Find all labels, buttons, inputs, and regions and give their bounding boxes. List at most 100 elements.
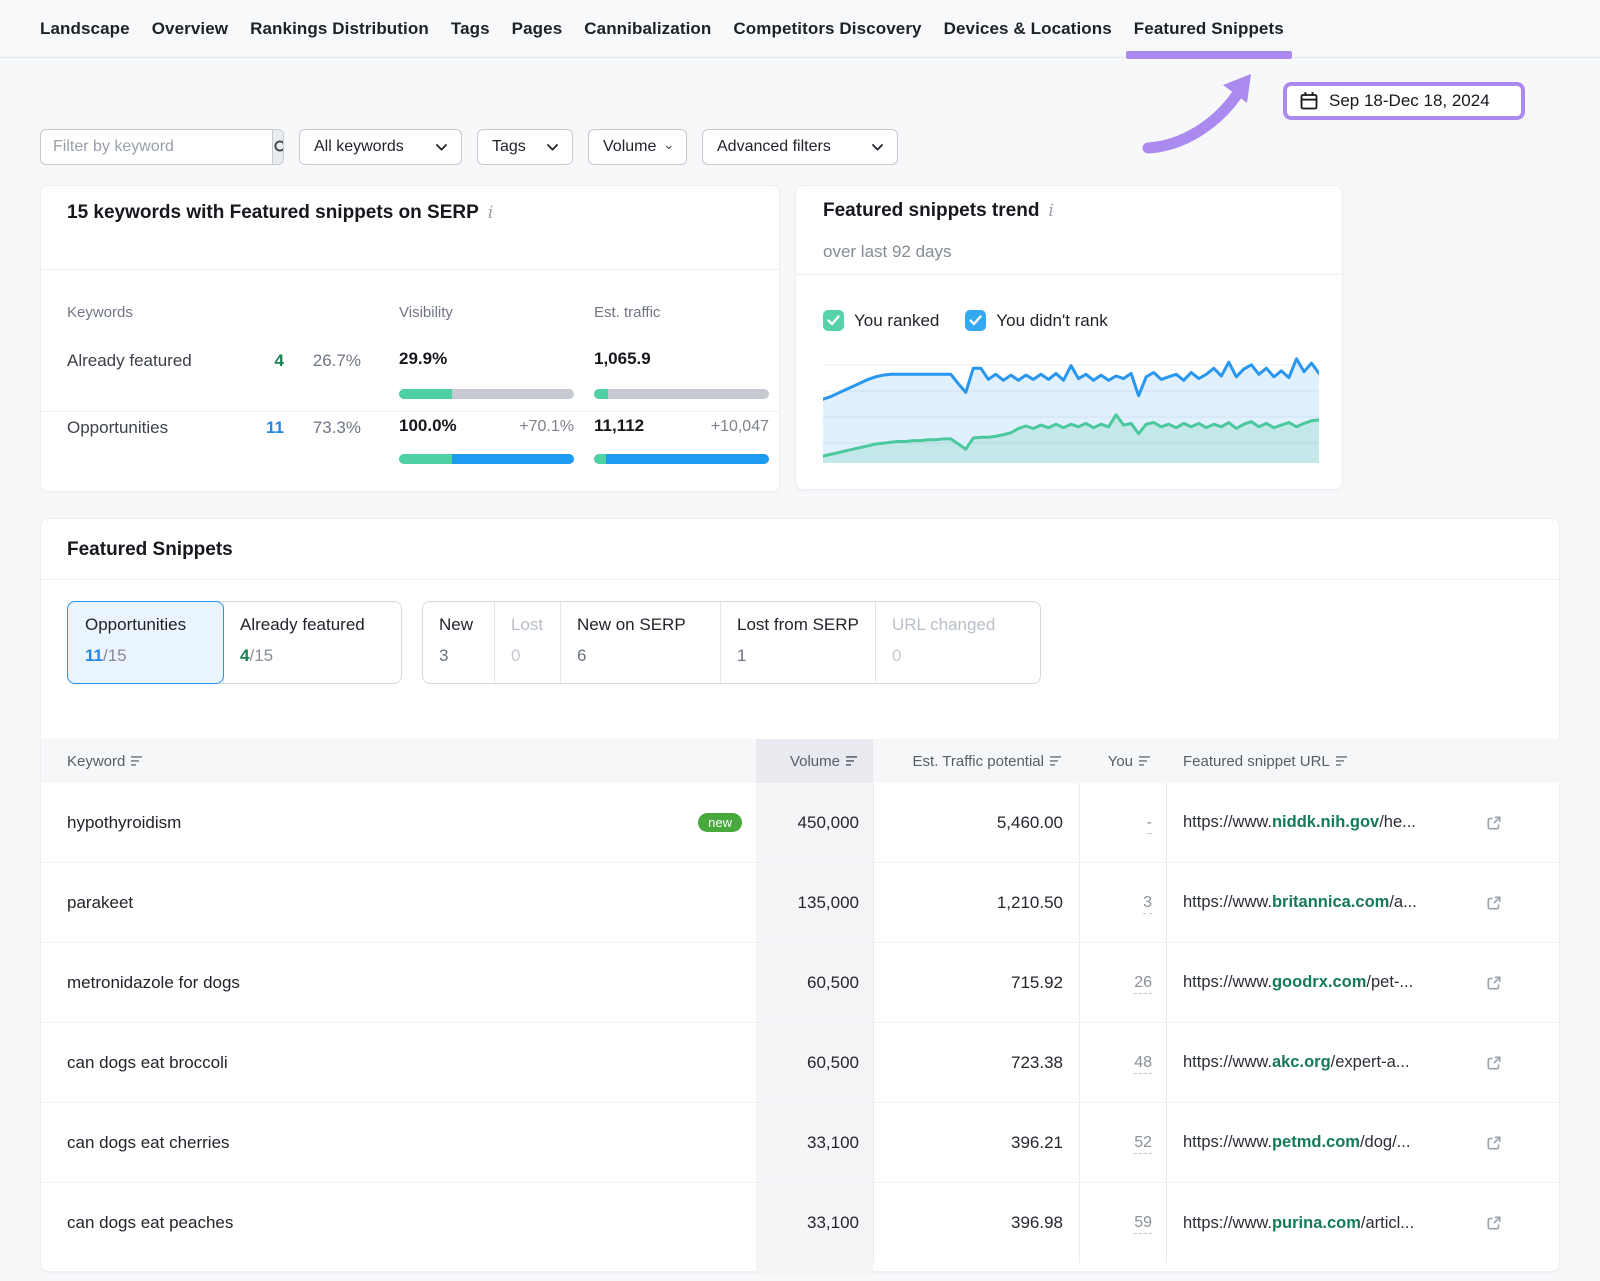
tab-pages[interactable]: Pages (512, 0, 563, 57)
table-row: can dogs eat broccoli 60,500 723.38 48 h… (41, 1023, 1561, 1103)
volume-label: Volume (603, 138, 656, 156)
external-link-icon[interactable] (1485, 1214, 1503, 1232)
snippet-url-link[interactable]: https://www.purina.com/articl... (1183, 1214, 1414, 1233)
tab-overview[interactable]: Overview (152, 0, 228, 57)
url-cell: https://www.petmd.com/dog/... (1166, 1133, 1561, 1152)
legend-label: You ranked (854, 311, 939, 331)
calendar-icon (1299, 91, 1319, 111)
external-link-icon[interactable] (1485, 814, 1503, 832)
trend-card: Featured snippets trendi over last 92 da… (795, 185, 1343, 490)
you-position-link[interactable]: 3 (1143, 894, 1152, 914)
header-you[interactable]: You (1079, 753, 1166, 770)
chevron-down-icon (547, 144, 558, 151)
volume-cell: 450,000 (756, 813, 873, 833)
you-cell: 52 (1079, 1134, 1166, 1152)
advanced-filters-dropdown[interactable]: Advanced filters (702, 129, 898, 165)
annotation-arrow (1138, 72, 1278, 158)
tab-landscape[interactable]: Landscape (40, 0, 130, 57)
tab-lost: Lost 0 (494, 602, 560, 683)
external-link-icon[interactable] (1485, 1134, 1503, 1152)
divider (41, 269, 779, 270)
col-header-visibility: Visibility (399, 304, 453, 321)
row-share: 26.7% (291, 351, 361, 371)
url-cell: https://www.britannica.com/a... (1166, 893, 1561, 912)
sort-icon (1139, 755, 1152, 767)
legend-you-didnt-rank[interactable]: You didn't rank (965, 310, 1107, 331)
visibility-bar (399, 454, 574, 464)
sort-icon (1336, 755, 1349, 767)
header-traffic-potential[interactable]: Est. Traffic potential (873, 753, 1079, 770)
row-share: 73.3% (291, 418, 361, 438)
tab-label: URL changed (892, 615, 1040, 635)
date-range-picker[interactable]: Sep 18-Dec 18, 2024 (1283, 82, 1525, 120)
tab-label: Lost from SERP (737, 615, 875, 635)
tab-already-featured[interactable]: Already featured 4/15 (223, 602, 401, 683)
trend-legend: You ranked You didn't rank (823, 310, 1108, 331)
tags-dropdown[interactable]: Tags (477, 129, 573, 165)
tab-devices-locations[interactable]: Devices & Locations (944, 0, 1112, 57)
info-icon[interactable]: i (488, 203, 493, 223)
external-link-icon[interactable] (1485, 894, 1503, 912)
table-row: can dogs eat cherries 33,100 396.21 52 h… (41, 1103, 1561, 1183)
search-button[interactable] (272, 130, 284, 164)
divider (41, 411, 779, 412)
external-link-icon[interactable] (1485, 1054, 1503, 1072)
header-volume[interactable]: Volume (756, 739, 873, 783)
tab-rankings-distribution[interactable]: Rankings Distribution (250, 0, 429, 57)
trend-chart (823, 351, 1319, 463)
all-keywords-dropdown[interactable]: All keywords (299, 129, 462, 165)
traffic-potential-cell: 715.92 (873, 973, 1079, 993)
featured-snippets-card: Featured Snippets Opportunities 11/15 Al… (40, 518, 1560, 1272)
tab-tags[interactable]: Tags (451, 0, 490, 57)
volume-dropdown[interactable]: Volume (588, 129, 687, 165)
you-position-link[interactable]: 26 (1134, 974, 1152, 994)
sort-icon (1050, 755, 1063, 767)
active-tab-underline (1126, 51, 1292, 59)
trend-card-title: Featured snippets trendi (823, 200, 1054, 222)
tab-label: Lost (511, 615, 560, 635)
you-cell: - (1079, 814, 1166, 832)
divider (796, 274, 1342, 275)
checkbox-checked-icon (823, 310, 844, 331)
external-link-icon[interactable] (1485, 974, 1503, 992)
tab-opportunities[interactable]: Opportunities 11/15 (67, 601, 224, 684)
tab-label: New (439, 615, 494, 635)
snippet-url-link[interactable]: https://www.goodrx.com/pet-... (1183, 973, 1413, 992)
you-position-link[interactable]: 52 (1134, 1134, 1152, 1154)
snippet-url-link[interactable]: https://www.akc.org/expert-a... (1183, 1053, 1410, 1072)
tab-featured-snippets-label: Featured Snippets (1134, 19, 1284, 39)
snippet-url-link[interactable]: https://www.niddk.nih.gov/he... (1183, 813, 1416, 832)
tab-lost-from-serp[interactable]: Lost from SERP 1 (720, 602, 875, 683)
sort-icon (131, 755, 144, 767)
keyword-cell: parakeet (41, 893, 756, 913)
you-position-link[interactable]: 48 (1134, 1054, 1152, 1074)
summary-card-title: 15 keywords with Featured snippets on SE… (67, 202, 493, 224)
summary-card: 15 keywords with Featured snippets on SE… (40, 185, 780, 492)
visibility-value: 29.9% (399, 349, 574, 369)
divider (41, 579, 1559, 580)
info-icon[interactable]: i (1048, 201, 1053, 221)
tab-competitors-discovery[interactable]: Competitors Discovery (733, 0, 921, 57)
tab-featured-snippets[interactable]: Featured Snippets (1134, 0, 1284, 57)
you-position-link[interactable]: 59 (1134, 1214, 1152, 1234)
row-label: Opportunities (67, 418, 168, 438)
header-keyword[interactable]: Keyword (41, 753, 756, 770)
url-cell: https://www.akc.org/expert-a... (1166, 1053, 1561, 1072)
all-keywords-label: All keywords (314, 138, 404, 156)
tab-cannibalization[interactable]: Cannibalization (584, 0, 711, 57)
featured-snippets-title: Featured Snippets (67, 539, 233, 561)
traffic-potential-cell: 1,210.50 (873, 893, 1079, 913)
traffic-value: 1,065.9 (594, 349, 769, 369)
tab-new-on-serp[interactable]: New on SERP 6 (560, 602, 720, 683)
url-cell: https://www.niddk.nih.gov/he... (1166, 813, 1561, 832)
you-position-link[interactable]: - (1147, 814, 1152, 834)
header-featured-snippet-url[interactable]: Featured snippet URL (1166, 753, 1561, 770)
snippet-url-link[interactable]: https://www.petmd.com/dog/... (1183, 1133, 1410, 1152)
keyword-cell: can dogs eat broccoli (41, 1053, 756, 1073)
keyword-filter-input[interactable] (41, 130, 272, 164)
traffic-potential-cell: 5,460.00 (873, 813, 1079, 833)
legend-you-ranked[interactable]: You ranked (823, 310, 939, 331)
tab-new[interactable]: New 3 (423, 602, 494, 683)
snippet-url-link[interactable]: https://www.britannica.com/a... (1183, 893, 1417, 912)
tab-label: New on SERP (577, 615, 720, 635)
